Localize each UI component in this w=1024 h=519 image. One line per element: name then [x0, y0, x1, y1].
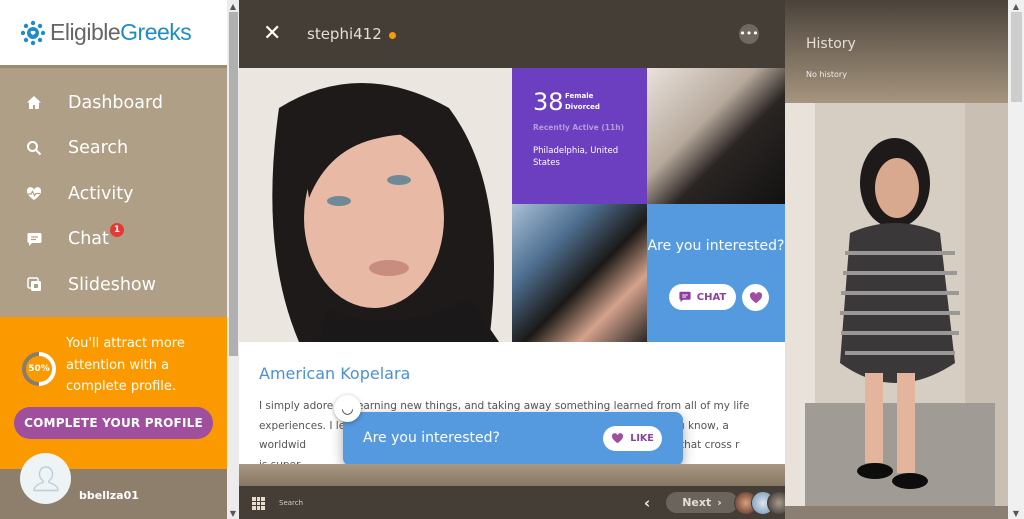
avatar[interactable]: [20, 453, 71, 504]
divider: [239, 464, 785, 486]
chat-badge: 1: [110, 222, 124, 237]
interest-card: Are you interested? CHAT: [647, 204, 785, 342]
sidebar-item-search[interactable]: Search: [0, 126, 227, 172]
scrollbar-thumb[interactable]: [1011, 12, 1022, 102]
profile-username: stephi412: [307, 25, 382, 43]
more-options-icon[interactable]: •••: [739, 24, 759, 44]
interest-bar-text: Are you interested?: [363, 430, 500, 446]
scrollbar-thumb[interactable]: [229, 12, 238, 356]
like-heart-button[interactable]: [742, 284, 769, 311]
background-profile-photo[interactable]: [785, 103, 1008, 506]
profile-photo-2[interactable]: [647, 68, 785, 204]
profile-age: 38: [533, 88, 564, 116]
scroll-up-icon[interactable]: ▲: [1008, 0, 1024, 12]
sidebar-item-dashboard[interactable]: Dashboard: [0, 80, 227, 126]
profile-footer: Search ‹ Next ›: [239, 486, 791, 519]
logo[interactable]: EligibleGreeks: [0, 0, 227, 68]
search-icon: [25, 139, 43, 157]
sidebar-item-activity[interactable]: Activity: [0, 171, 227, 217]
sidebar-scrollbar[interactable]: ▲ ▼: [227, 0, 239, 519]
bio-title: American Kopelara: [259, 364, 411, 383]
scroll-down-icon[interactable]: ▼: [1008, 507, 1024, 519]
online-status-dot: [389, 32, 396, 39]
history-empty-text: No history: [806, 70, 847, 79]
profile-gender-status: Female Divorced: [565, 92, 600, 111]
history-strip: [785, 506, 1008, 519]
page-scrollbar[interactable]: ▲ ▼: [1008, 0, 1024, 519]
interest-bar: Are you interested? LIKE: [343, 412, 683, 466]
fullbody-photo: [785, 103, 1008, 506]
chat-icon: [25, 230, 43, 248]
sidebar-item-slideshow[interactable]: Slideshow: [0, 262, 227, 308]
profile-info-card: 38 Female Divorced Recently Active (11h) …: [512, 68, 647, 204]
home-icon: [25, 94, 43, 112]
heart-icon: [749, 291, 762, 303]
recent-activity: Recently Active (11h): [533, 123, 625, 132]
next-button[interactable]: Next ›: [666, 492, 738, 513]
grid-icon[interactable]: [252, 497, 265, 510]
history-panel: History No history: [785, 0, 1008, 103]
chevron-right-icon: ›: [717, 496, 722, 509]
like-button[interactable]: LIKE: [603, 426, 662, 451]
close-icon[interactable]: ✕: [263, 22, 281, 46]
complete-profile-button[interactable]: COMPLETE YOUR PROFILE: [14, 407, 213, 439]
chat-icon: [679, 291, 691, 303]
footer-search-link[interactable]: Search: [279, 499, 303, 507]
portrait-photo: [239, 68, 512, 342]
sidebar-nav: Dashboard Search Activity Chat 1 Slidesh…: [0, 68, 227, 308]
slideshow-icon: [25, 276, 43, 294]
scroll-down-icon[interactable]: ▼: [227, 507, 239, 519]
logo-text: EligibleGreeks: [50, 19, 192, 45]
profile-location: Philadelphia, United States: [533, 146, 619, 168]
sidebar-item-label: Search: [68, 138, 129, 159]
heart-icon: [612, 433, 624, 444]
logo-icon: [20, 20, 46, 45]
previous-button[interactable]: ‹: [644, 494, 650, 512]
profile-header: ✕ stephi412 •••: [239, 0, 785, 68]
progress-percentage: 50%: [28, 364, 50, 374]
profile-photo-3[interactable]: [512, 204, 647, 342]
heartbeat-icon: [25, 185, 43, 203]
sidebar-item-label: Slideshow: [68, 274, 156, 295]
promo-text: You'll attract more attention with a com…: [66, 336, 185, 394]
history-title: History: [806, 36, 856, 52]
profile-completion-promo: 50% You'll attract more attention with a…: [0, 317, 227, 469]
current-username: bbellza01: [79, 489, 139, 502]
sidebar-item-chat[interactable]: Chat 1: [0, 217, 227, 263]
chat-button[interactable]: CHAT: [669, 284, 736, 310]
scroll-up-icon[interactable]: ▲: [227, 0, 239, 12]
profile-photo-main[interactable]: [239, 68, 512, 342]
sidebar-item-label: Dashboard: [68, 92, 163, 113]
sidebar-item-label: Activity: [68, 183, 134, 204]
smiley-icon[interactable]: ◡: [334, 395, 361, 422]
sidebar-item-label: Chat: [68, 229, 109, 250]
user-silhouette-icon: [32, 465, 59, 491]
interest-prompt: Are you interested?: [647, 238, 785, 254]
